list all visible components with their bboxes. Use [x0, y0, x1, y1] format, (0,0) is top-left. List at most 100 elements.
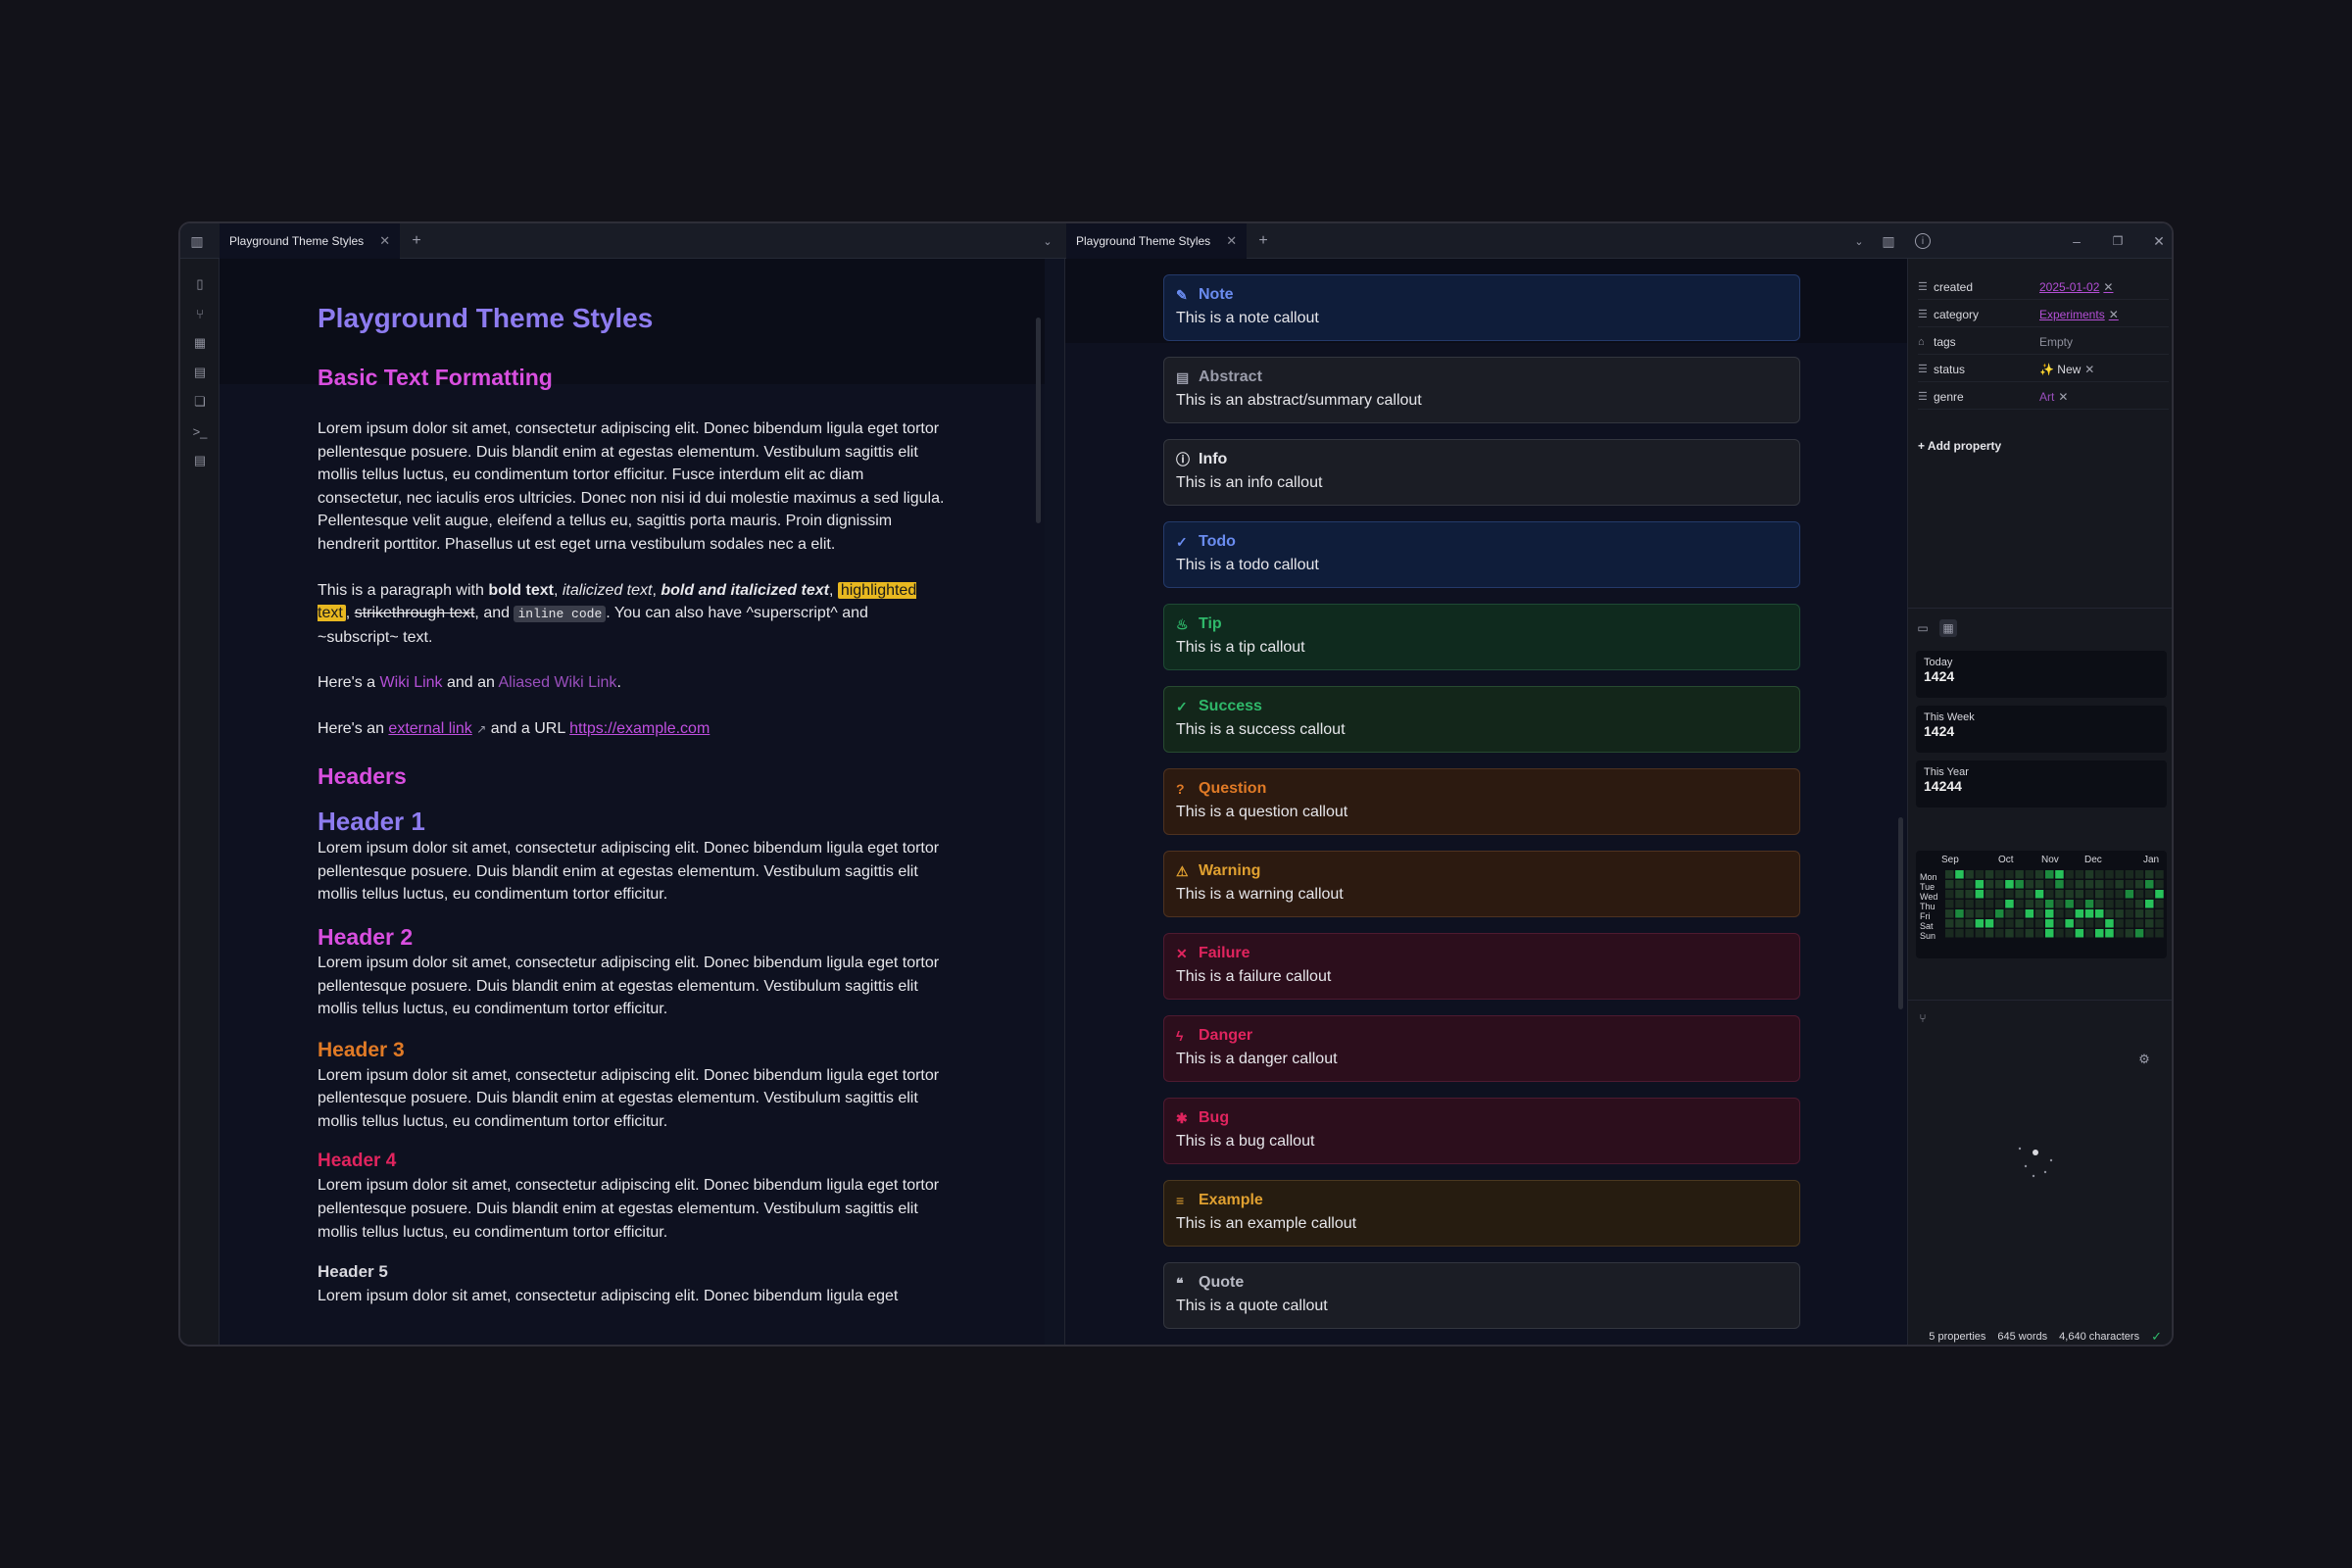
heatmap-cell[interactable]: [2015, 909, 2024, 918]
heatmap-cell[interactable]: [1975, 900, 1984, 908]
heatmap-cell[interactable]: [1955, 870, 1964, 879]
heatmap-cell[interactable]: [2005, 909, 2014, 918]
heatmap-cell[interactable]: [2025, 880, 2034, 889]
heatmap-cell[interactable]: [2155, 890, 2164, 899]
heatmap-cell[interactable]: [1945, 870, 1954, 879]
callout-abstract[interactable]: ▤ Abstract This is an abstract/summary cal…: [1163, 357, 1800, 423]
graph-icon[interactable]: ⑂: [1914, 1009, 1932, 1027]
heatmap-cell[interactable]: [2005, 880, 2014, 889]
heatmap-cell[interactable]: [1995, 890, 2004, 899]
remove-icon[interactable]: ✕: [2103, 280, 2113, 294]
heatmap-cell[interactable]: [1995, 909, 2004, 918]
graph-view[interactable]: [2006, 1145, 2065, 1184]
heatmap-cell[interactable]: [2065, 880, 2074, 889]
heatmap-cell[interactable]: [2105, 909, 2114, 918]
heatmap-cell[interactable]: [2025, 909, 2034, 918]
heatmap-cell[interactable]: [2055, 929, 2064, 938]
heatmap-cell[interactable]: [2034, 880, 2044, 889]
heatmap-cell[interactable]: [2034, 890, 2044, 899]
heatmap-cell[interactable]: [1965, 909, 1974, 918]
heatmap-cell[interactable]: [2015, 919, 2024, 928]
external-link[interactable]: external link: [388, 720, 471, 737]
close-icon[interactable]: ✕: [379, 233, 390, 249]
graph-icon[interactable]: ⑂: [190, 304, 210, 323]
callout-info[interactable]: ⓘ Info This is an info callout: [1163, 439, 1800, 506]
heatmap-cell[interactable]: [2065, 909, 2074, 918]
file-icon[interactable]: ▯: [190, 274, 210, 294]
heatmap-cell[interactable]: [2005, 900, 2014, 908]
heatmap-cell[interactable]: [2105, 880, 2114, 889]
grid-icon[interactable]: ▦: [190, 333, 210, 353]
heatmap-cell[interactable]: [1955, 880, 1964, 889]
tab-left[interactable]: Playground Theme Styles ✕: [220, 223, 400, 259]
heatmap-cell[interactable]: [2055, 870, 2064, 879]
heatmap-cell[interactable]: [2055, 890, 2064, 899]
heatmap-cell[interactable]: [2045, 890, 2054, 899]
heatmap-cell[interactable]: [2034, 929, 2044, 938]
callout-failure[interactable]: ✕ Failure This is a failure callout: [1163, 933, 1800, 1000]
heatmap-cell[interactable]: [2075, 919, 2084, 928]
heatmap-cell[interactable]: [2134, 890, 2144, 899]
callout-quote[interactable]: ❝ Quote This is a quote callout: [1163, 1262, 1800, 1329]
heatmap-cell[interactable]: [2134, 929, 2144, 938]
property-tags[interactable]: ⌂ tags Empty: [1918, 329, 2169, 355]
heatmap-cell[interactable]: [2025, 870, 2034, 879]
heatmap-cell[interactable]: [2095, 900, 2104, 908]
callout-success[interactable]: ✓ Success This is a success callout: [1163, 686, 1800, 753]
heatmap-cell[interactable]: [2005, 890, 2014, 899]
heatmap-cell[interactable]: [2095, 909, 2104, 918]
heatmap-cell[interactable]: [1995, 880, 2004, 889]
heatmap-cell[interactable]: [1975, 919, 1984, 928]
aliased-wiki-link[interactable]: Aliased Wiki Link: [499, 674, 617, 691]
heatmap-cell[interactable]: [1965, 900, 1974, 908]
heatmap-cell[interactable]: [2005, 929, 2014, 938]
heatmap-cell[interactable]: [1965, 880, 1974, 889]
callout-tip[interactable]: ♨ Tip This is a tip callout: [1163, 604, 1800, 670]
editor-left[interactable]: Playground Theme Styles Basic Text Forma…: [220, 259, 1045, 1345]
heatmap-cell[interactable]: [1995, 929, 2004, 938]
heatmap-cell[interactable]: [2145, 919, 2154, 928]
heatmap-cell[interactable]: [2045, 909, 2054, 918]
callout-warning[interactable]: ⚠ Warning This is a warning callout: [1163, 851, 1800, 917]
heatmap-cell[interactable]: [1945, 909, 1954, 918]
heatmap-cell[interactable]: [2095, 929, 2104, 938]
heatmap-cell[interactable]: [2155, 880, 2164, 889]
heatmap-cell[interactable]: [2034, 909, 2044, 918]
heatmap-cell[interactable]: [2015, 900, 2024, 908]
property-status[interactable]: ☰ status ✨ New ✕: [1918, 357, 2169, 382]
heatmap-cell[interactable]: [2155, 919, 2164, 928]
heatmap-cell[interactable]: [2065, 900, 2074, 908]
heatmap-cell[interactable]: [1995, 900, 2004, 908]
sync-check-icon[interactable]: ✓: [2151, 1329, 2162, 1345]
heatmap-cell[interactable]: [2134, 870, 2144, 879]
heatmap-cell[interactable]: [2155, 929, 2164, 938]
minimize-icon[interactable]: –: [2068, 232, 2085, 250]
callout-bug[interactable]: ✱ Bug This is a bug callout: [1163, 1098, 1800, 1164]
heatmap-cell[interactable]: [2084, 890, 2094, 899]
heatmap-cell[interactable]: [1984, 919, 1994, 928]
heatmap-cell[interactable]: [1945, 890, 1954, 899]
heatmap-cell[interactable]: [2145, 880, 2154, 889]
heatmap-cell[interactable]: [1965, 890, 1974, 899]
heatmap-cell[interactable]: [1945, 929, 1954, 938]
heatmap-cell[interactable]: [1955, 890, 1964, 899]
remove-icon[interactable]: ✕: [2109, 308, 2119, 321]
heatmap-cell[interactable]: [2025, 929, 2034, 938]
heatmap-cell[interactable]: [2145, 909, 2154, 918]
remove-icon[interactable]: ✕: [2084, 363, 2094, 376]
heatmap-cell[interactable]: [2105, 919, 2114, 928]
heatmap-cell[interactable]: [2015, 890, 2024, 899]
heatmap-cell[interactable]: [2155, 870, 2164, 879]
heatmap-cell[interactable]: [2045, 870, 2054, 879]
add-property-button[interactable]: + Add property: [1918, 439, 2001, 453]
heatmap-cell[interactable]: [2075, 900, 2084, 908]
heatmap-cell[interactable]: [1975, 880, 1984, 889]
heatmap-cell[interactable]: [2105, 900, 2114, 908]
heatmap-cell[interactable]: [1965, 870, 1974, 879]
heatmap-cell[interactable]: [2125, 870, 2134, 879]
heatmap-cell[interactable]: [2025, 919, 2034, 928]
chevron-down-icon[interactable]: ⌄: [1039, 232, 1056, 250]
heatmap-cell[interactable]: [2065, 919, 2074, 928]
heatmap-cell[interactable]: [2045, 900, 2054, 908]
heatmap-cell[interactable]: [2065, 929, 2074, 938]
